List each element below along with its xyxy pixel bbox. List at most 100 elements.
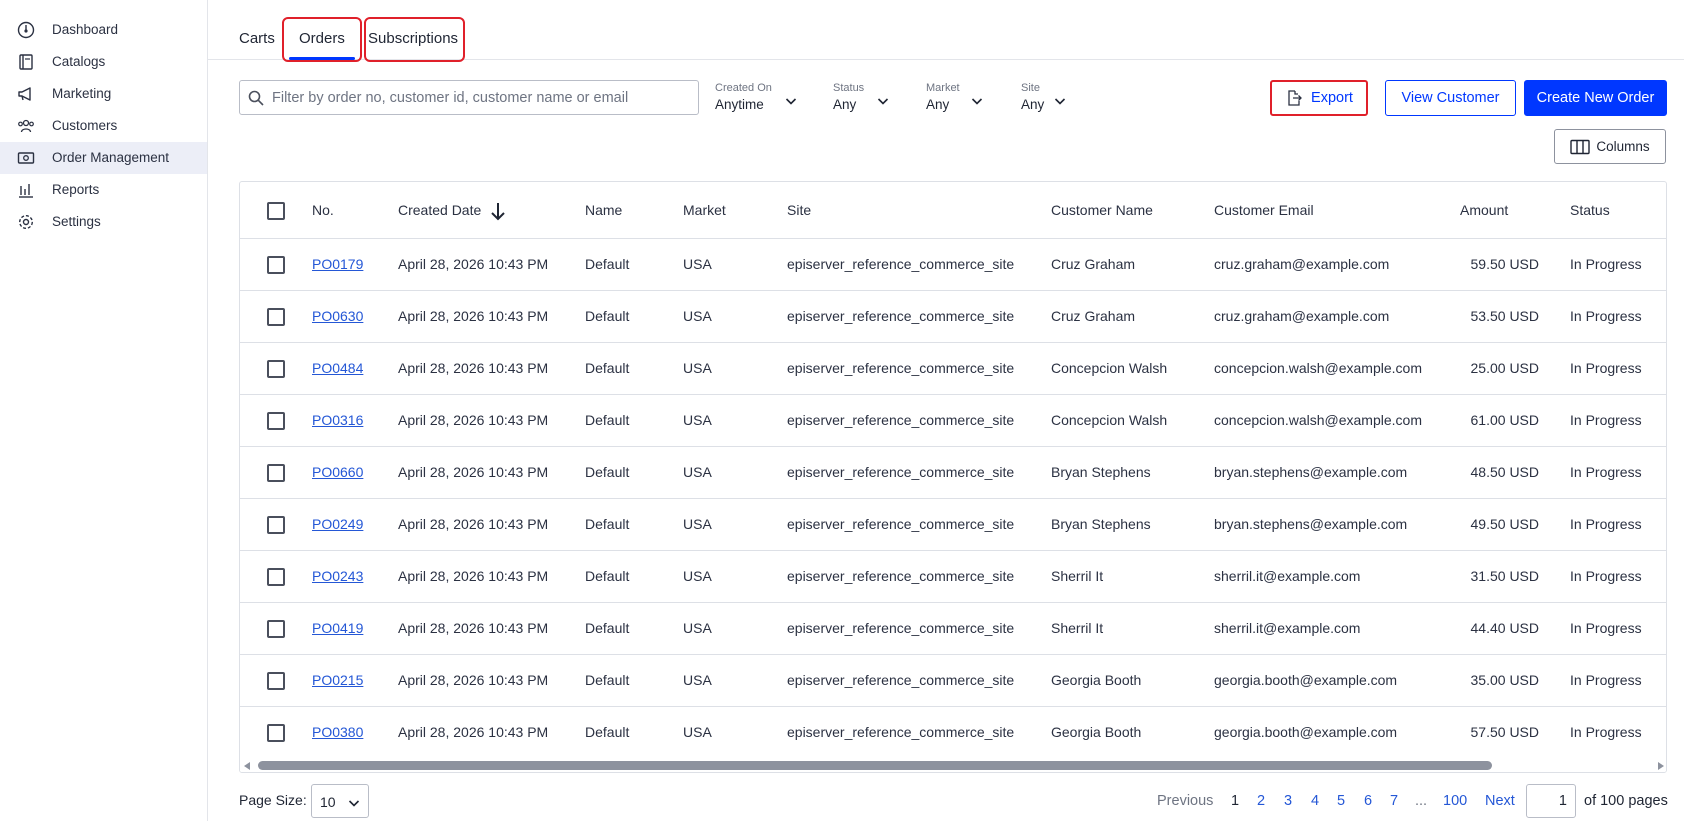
market-dropdown[interactable]: Market Any [926, 82, 983, 112]
row-checkbox[interactable] [267, 568, 285, 586]
sidebar-item-label: Dashboard [52, 22, 119, 37]
row-checkbox[interactable] [267, 412, 285, 430]
page-3-button[interactable]: 3 [1284, 793, 1292, 809]
site-cell: episerver_reference_commerce_site [787, 256, 1015, 272]
row-checkbox[interactable] [267, 360, 285, 378]
customer-email-cell: georgia.booth@example.com [1214, 672, 1398, 688]
row-checkbox[interactable] [267, 464, 285, 482]
site-dropdown[interactable]: Site Any [1021, 82, 1066, 112]
order-management-icon [17, 149, 35, 167]
market-value: Any [926, 97, 950, 112]
select-all-checkbox[interactable] [267, 202, 285, 220]
previous-page-button[interactable]: Previous [1157, 793, 1213, 809]
order-number-link[interactable]: PO0660 [312, 464, 363, 480]
sidebar-item-order-management[interactable]: Order Management [0, 142, 207, 174]
customer-email-cell: bryan.stephens@example.com [1214, 464, 1408, 480]
tab-subscriptions[interactable]: Subscriptions [368, 30, 458, 47]
view-customer-button[interactable]: View Customer [1385, 80, 1516, 116]
column-header-site[interactable]: Site [787, 202, 811, 218]
column-header-customer-email[interactable]: Customer Email [1214, 202, 1314, 218]
tab-carts[interactable]: Carts [239, 30, 275, 47]
horizontal-scrollbar[interactable] [240, 759, 1666, 772]
column-header-customer-name[interactable]: Customer Name [1051, 202, 1153, 218]
amount-cell: 49.50 USD [1470, 516, 1539, 532]
order-number-link[interactable]: PO0215 [312, 672, 363, 688]
customer-name-cell: Sherril It [1051, 568, 1104, 584]
sidebar-item-customers[interactable]: Customers [0, 110, 207, 142]
scroll-left-icon[interactable] [244, 762, 250, 770]
table-row[interactable]: PO0243 April 28, 2026 10:43 PM Default U… [240, 551, 1666, 603]
table-row[interactable]: PO0249 April 28, 2026 10:43 PM Default U… [240, 499, 1666, 551]
create-new-order-button[interactable]: Create New Order [1524, 80, 1667, 116]
amount-cell: 44.40 USD [1470, 620, 1539, 636]
table-row[interactable]: PO0660 April 28, 2026 10:43 PM Default U… [240, 447, 1666, 499]
column-header-amount[interactable]: Amount [1460, 202, 1508, 218]
created-on-label: Created On [715, 82, 772, 94]
scrollbar-thumb[interactable] [258, 761, 1492, 770]
order-number-link[interactable]: PO0179 [312, 256, 363, 272]
page-size-select[interactable]: 10 [311, 784, 369, 818]
tab-orders[interactable]: Orders [299, 30, 345, 47]
order-number-link[interactable]: PO0484 [312, 360, 363, 376]
page-2-button[interactable]: 2 [1257, 793, 1265, 809]
table-row[interactable]: PO0215 April 28, 2026 10:43 PM Default U… [240, 655, 1666, 707]
order-number-link[interactable]: PO0380 [312, 724, 363, 740]
table-row[interactable]: PO0484 April 28, 2026 10:43 PM Default U… [240, 343, 1666, 395]
sidebar-item-dashboard[interactable]: Dashboard [0, 14, 207, 46]
sidebar-item-catalogs[interactable]: Catalogs [0, 46, 207, 78]
name-cell: Default [585, 672, 630, 688]
order-number-link[interactable]: PO0630 [312, 308, 363, 324]
reports-icon [17, 181, 35, 199]
status-dropdown[interactable]: Status Any [833, 82, 889, 112]
column-header-name[interactable]: Name [585, 202, 622, 218]
column-header-status[interactable]: Status [1570, 202, 1610, 218]
table-row[interactable]: PO0179 April 28, 2026 10:43 PM Default U… [240, 239, 1666, 291]
order-number-link[interactable]: PO0249 [312, 516, 363, 532]
column-header-market[interactable]: Market [683, 202, 726, 218]
page-number-input[interactable] [1527, 785, 1575, 817]
customer-name-cell: Bryan Stephens [1051, 516, 1151, 532]
order-number-link[interactable]: PO0419 [312, 620, 363, 636]
table-row[interactable]: PO0419 April 28, 2026 10:43 PM Default U… [240, 603, 1666, 655]
sidebar-item-settings[interactable]: Settings [0, 206, 207, 238]
column-header-created-date[interactable]: Created Date [398, 202, 481, 218]
page-7-button[interactable]: 7 [1390, 793, 1398, 809]
created-date-cell: April 28, 2026 10:43 PM [398, 360, 549, 376]
name-cell: Default [585, 568, 630, 584]
customer-name-cell: Concepcion Walsh [1051, 412, 1168, 428]
row-checkbox[interactable] [267, 308, 285, 326]
row-checkbox[interactable] [267, 620, 285, 638]
customer-email-cell: bryan.stephens@example.com [1214, 516, 1408, 532]
created-on-dropdown[interactable]: Created On Anytime [715, 82, 797, 112]
page-100-button[interactable]: 100 [1443, 793, 1467, 809]
sidebar-item-marketing[interactable]: Marketing [0, 78, 207, 110]
page-4-button[interactable]: 4 [1311, 793, 1319, 809]
row-checkbox[interactable] [267, 724, 285, 742]
site-cell: episerver_reference_commerce_site [787, 568, 1015, 584]
table-row[interactable]: PO0630 April 28, 2026 10:43 PM Default U… [240, 291, 1666, 343]
customer-email-cell: concepcion.walsh@example.com [1214, 412, 1422, 428]
sidebar-item-label: Settings [52, 214, 101, 229]
export-button[interactable]: Export [1270, 80, 1368, 116]
column-header-no[interactable]: No. [312, 202, 334, 218]
page-6-button[interactable]: 6 [1364, 793, 1372, 809]
customer-name-cell: Cruz Graham [1051, 308, 1136, 324]
order-number-link[interactable]: PO0316 [312, 412, 363, 428]
scroll-right-icon[interactable] [1658, 762, 1664, 770]
columns-button[interactable]: Columns [1554, 129, 1666, 164]
page-5-button[interactable]: 5 [1337, 793, 1345, 809]
arrow-down-icon[interactable] [488, 200, 508, 222]
search-input[interactable] [272, 83, 692, 112]
table-row[interactable]: PO0380 April 28, 2026 10:43 PM Default U… [240, 707, 1666, 759]
row-checkbox[interactable] [267, 516, 285, 534]
sidebar-item-reports[interactable]: Reports [0, 174, 207, 206]
market-label: Market [926, 82, 960, 94]
next-page-button[interactable]: Next [1485, 793, 1515, 809]
customer-email-cell: cruz.graham@example.com [1214, 256, 1390, 272]
row-checkbox[interactable] [267, 256, 285, 274]
sidebar-item-label: Reports [52, 182, 100, 197]
table-row[interactable]: PO0316 April 28, 2026 10:43 PM Default U… [240, 395, 1666, 447]
page-1-button[interactable]: 1 [1231, 793, 1239, 809]
row-checkbox[interactable] [267, 672, 285, 690]
order-number-link[interactable]: PO0243 [312, 568, 363, 584]
